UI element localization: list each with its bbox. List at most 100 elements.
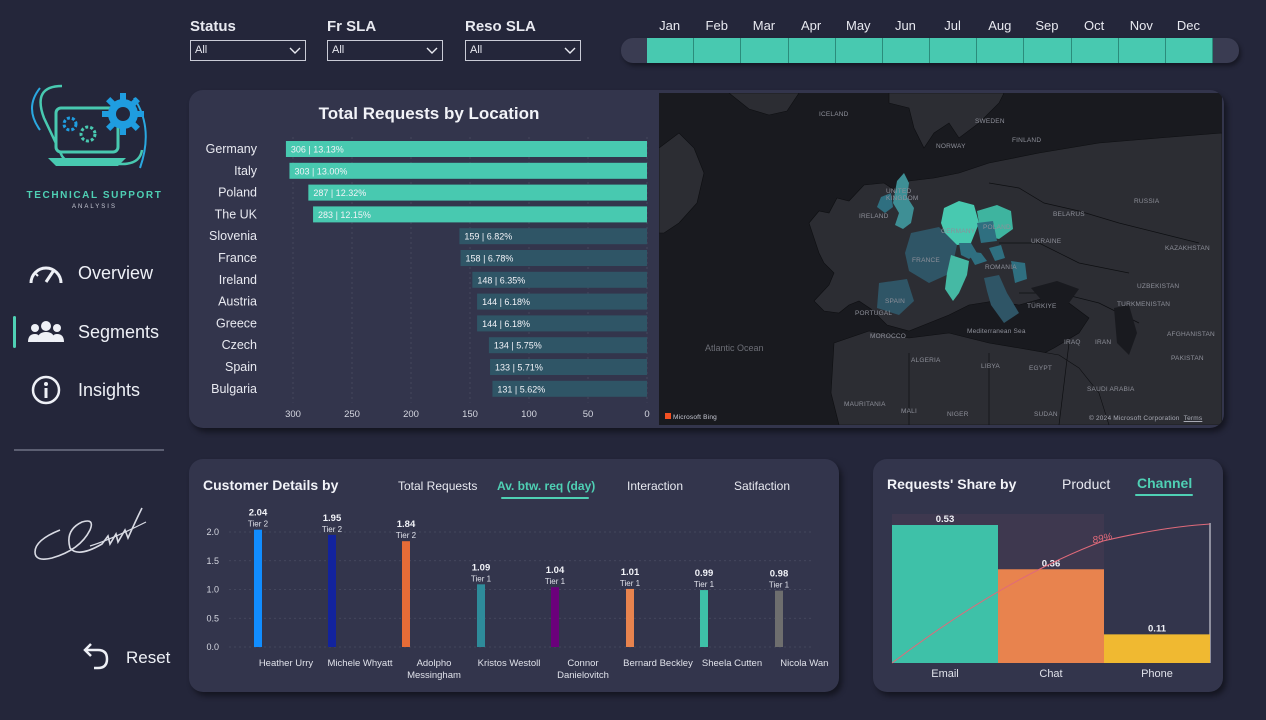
month-cell-jun[interactable]: [882, 38, 931, 63]
nav-item-insights[interactable]: Insights: [28, 372, 140, 408]
map-label: ICELAND: [819, 111, 849, 118]
customer-bar-chart: 2.01.51.00.50.02.04Tier 2Heather Urry1.9…: [206, 508, 829, 681]
dropdown-value: All: [470, 44, 483, 56]
location-card: Total Requests by Location 300 250 200 150 1…: [189, 90, 1224, 428]
month-cell-jul[interactable]: [930, 38, 978, 63]
month-label: Apr: [800, 18, 822, 33]
location-bar-chart: 300 250 200 150 100 50 0 Germany 306 | 13.13% Ita…: [206, 137, 650, 420]
month-label: Nov: [1129, 18, 1153, 33]
bar[interactable]: [254, 529, 262, 647]
month-label: Sep: [1035, 18, 1059, 33]
month-cell-feb[interactable]: [694, 38, 742, 63]
map-label: BELARUS: [1053, 211, 1085, 218]
month-cell-may[interactable]: [835, 38, 883, 63]
reset-button[interactable]: Reset: [82, 640, 170, 675]
brand-title: TECHNICAL SUPPORT: [26, 190, 163, 201]
nav-label: Insights: [78, 379, 141, 400]
month-slicer: [647, 38, 1214, 63]
nav-item-overview[interactable]: Overview: [28, 255, 153, 291]
map-label: MOROCCO: [870, 333, 907, 340]
bar[interactable]: [892, 525, 998, 663]
y-tick-label: 0.0: [206, 642, 219, 652]
category-label: Heather Urry: [259, 658, 314, 669]
customer-details-card: Customer Details by Total Requests Av. b…: [189, 459, 839, 692]
x-tick-label: 250: [344, 409, 360, 420]
month-cell-nov[interactable]: [1118, 38, 1166, 63]
x-tick-label: 150: [462, 409, 478, 420]
bar-data-label: 131 | 5.62%: [497, 384, 545, 394]
bar[interactable]: [626, 588, 634, 647]
category-label: Kristos Westoll: [478, 658, 541, 669]
month-cell-mar[interactable]: [741, 38, 789, 63]
map-label: SUDAN: [1034, 411, 1058, 418]
category-label: Germany: [206, 142, 258, 156]
chevron-down-icon: [426, 47, 438, 54]
month-label: Feb: [705, 18, 728, 33]
bing-credit: Microsoft Bing: [665, 413, 717, 421]
x-tick-label: 50: [583, 409, 594, 420]
fr-sla-dropdown[interactable]: All: [327, 40, 443, 61]
channel-share-chart: 0.53Email0.36Chat0.11Phone89%: [891, 514, 1211, 680]
brand-logo: TECHNICAL SUPPORT ANALYSIS: [22, 78, 167, 218]
nav-label: Overview: [78, 262, 154, 283]
y-tick-label: 0.5: [206, 613, 219, 623]
map-label: ALGERIA: [911, 357, 941, 364]
bar[interactable]: [1104, 634, 1210, 663]
map-label: ROMANIA: [985, 264, 1017, 271]
category-label: Danielovitch: [557, 670, 609, 681]
tier-label: Tier 2: [248, 520, 269, 529]
month-label: May: [845, 18, 871, 33]
month-cell-sep[interactable]: [1024, 38, 1072, 63]
category-label: Greece: [216, 316, 257, 330]
month-cell-jan[interactable]: [647, 38, 695, 63]
map-copyright: © 2024 Microsoft Corporation Terms: [1089, 415, 1202, 422]
undo-icon: [82, 640, 110, 675]
map-label: IRAQ: [1064, 339, 1081, 346]
month-cell-oct[interactable]: [1071, 38, 1119, 63]
month-label: Jun: [894, 18, 916, 33]
value-label: 1.04: [546, 565, 565, 576]
bar[interactable]: [477, 584, 485, 647]
status-dropdown[interactable]: All: [190, 40, 306, 61]
tier-label: Tier 2: [396, 531, 417, 540]
bing-credit-text: Microsoft Bing: [673, 414, 717, 421]
fr-sla-filter: Fr SLA All: [327, 18, 445, 61]
value-label: 1.09: [472, 562, 491, 573]
map-label: IRELAND: [859, 213, 889, 220]
month-cell-dec[interactable]: [1165, 38, 1214, 63]
bar-data-label: 283 | 12.15%: [318, 210, 371, 220]
month-cell-apr[interactable]: [788, 38, 836, 63]
bar[interactable]: [700, 590, 708, 647]
terms-link[interactable]: Terms: [1184, 415, 1203, 422]
bar[interactable]: [775, 590, 783, 647]
bar[interactable]: [328, 534, 336, 647]
bar[interactable]: [402, 541, 410, 647]
bar-data-label: 287 | 12.32%: [313, 188, 366, 198]
map-label: Mediterranean Sea: [967, 328, 1026, 335]
category-label: Italy: [234, 164, 258, 178]
europe-map[interactable]: ICELAND SWEDEN FINLAND NORWAY UNITED KING…: [658, 92, 1223, 426]
tier-label: Tier 1: [769, 581, 790, 590]
category-label: Slovenia: [209, 229, 257, 243]
bar-data-label: 303 | 13.00%: [294, 166, 347, 176]
category-label: France: [218, 251, 257, 265]
category-label: Email: [931, 668, 959, 680]
category-label: Sheela Cutten: [702, 658, 762, 669]
category-label: Connor: [567, 658, 598, 669]
filter-label: Fr SLA: [327, 18, 377, 35]
month-cell-aug[interactable]: [977, 38, 1025, 63]
month-label: Dec: [1176, 18, 1201, 33]
map-ocean-label: Atlantic Ocean: [705, 343, 764, 353]
nav-item-segments[interactable]: Segments: [28, 314, 159, 350]
value-label: 1.01: [621, 567, 640, 578]
map-label: NORWAY: [936, 143, 966, 150]
map-label: PORTUGAL: [855, 310, 893, 317]
category-label: Nicola Wane: [780, 658, 829, 669]
filter-label: Status: [190, 18, 236, 35]
map-label: TURKMENISTAN: [1117, 301, 1171, 308]
chevron-down-icon: [289, 47, 301, 54]
bar[interactable]: [551, 587, 559, 647]
month-labels: Jan Feb Mar Apr May Jun Jul Aug Sep Oct Nov Dec: [646, 18, 1212, 33]
reso-sla-dropdown[interactable]: All: [465, 40, 581, 61]
tier-label: Tier 1: [545, 577, 566, 586]
